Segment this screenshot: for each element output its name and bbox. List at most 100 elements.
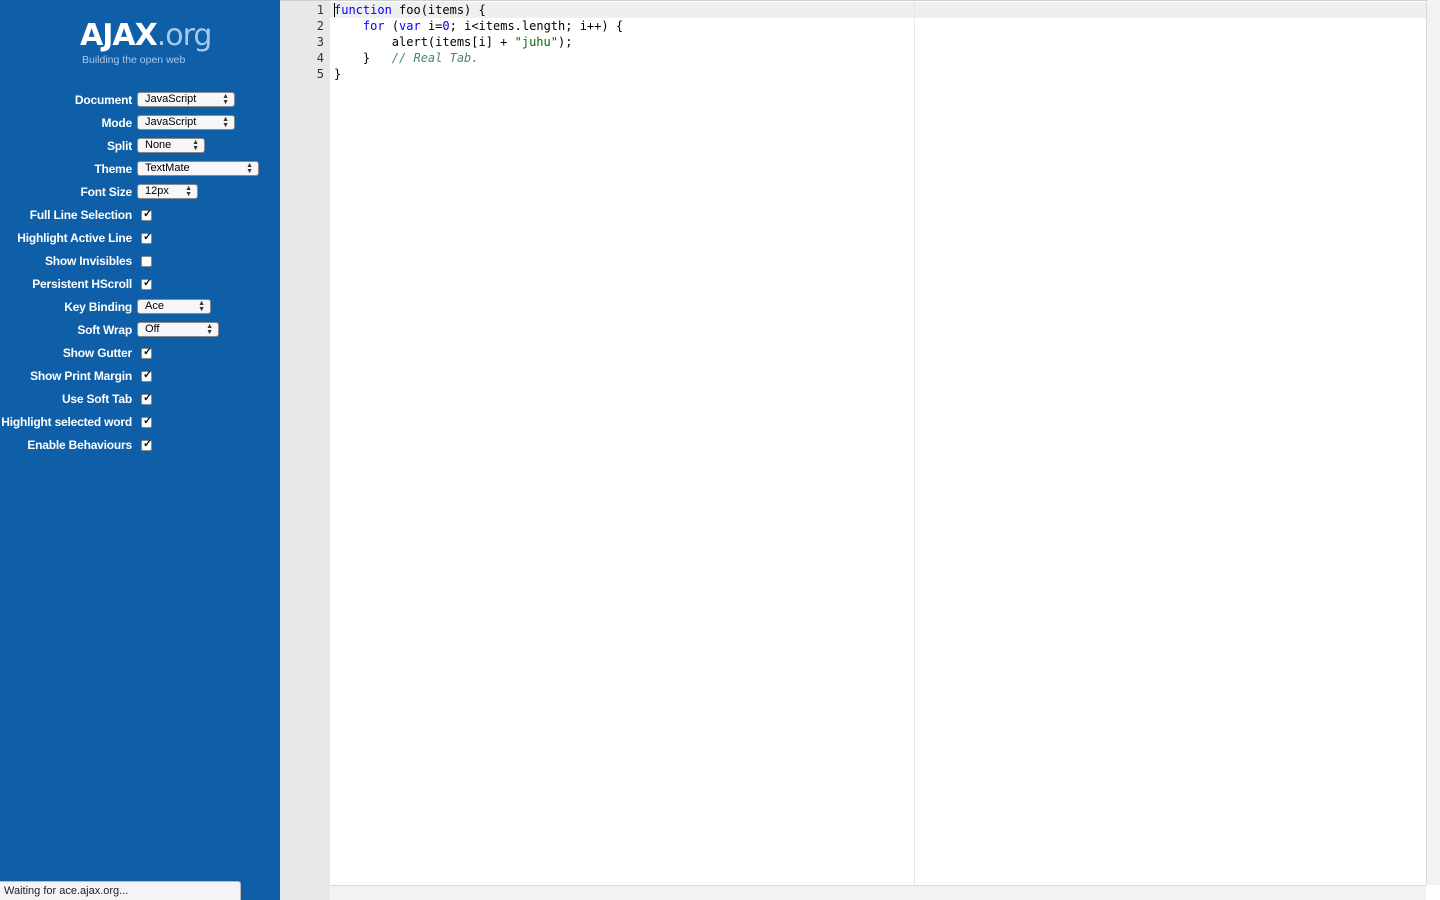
checkmark-icon: ✓ — [143, 231, 153, 243]
logo-word-tld: .org — [156, 18, 213, 53]
option-row-key-binding: Key Binding Ace ▲ ▼ — [0, 298, 280, 318]
code-line-1[interactable]: function foo(items) { — [334, 2, 486, 18]
soft-wrap-select-value: Off — [145, 323, 160, 335]
select-arrows-icon: ▲ ▼ — [222, 116, 229, 129]
persistent-hscroll-checkbox[interactable]: ✓ — [141, 277, 153, 290]
highlight-selected-word-checkbox[interactable]: ✓ — [141, 415, 153, 428]
option-label-highlight-selected-word: Highlight selected word — [1, 415, 132, 429]
option-label-font-size: Font Size — [80, 185, 132, 199]
settings-sidebar: AJAX.org Building the open web Document J… — [0, 0, 280, 900]
option-label-mode: Mode — [101, 116, 132, 130]
horizontal-scrollbar[interactable] — [330, 885, 1426, 900]
key-binding-select[interactable]: Ace ▲ ▼ — [137, 299, 211, 314]
show-invisibles-checkbox[interactable] — [141, 256, 152, 267]
option-row-font-size: Font Size 12px ▲ ▼ — [0, 183, 280, 203]
split-select[interactable]: None ▲ ▼ — [137, 138, 205, 153]
theme-select[interactable]: TextMate ▲ ▼ — [137, 161, 259, 176]
code-token: foo(items) { — [391, 3, 486, 17]
code-line-5[interactable]: } — [334, 66, 341, 82]
option-label-theme: Theme — [94, 162, 132, 176]
select-arrows-icon: ▲ ▼ — [246, 162, 253, 175]
option-label-full-line-selection: Full Line Selection — [29, 208, 132, 222]
option-label-show-print-margin: Show Print Margin — [30, 369, 132, 383]
option-label-persistent-hscroll: Persistent HScroll — [32, 277, 132, 291]
option-label-show-invisibles: Show Invisibles — [44, 254, 132, 268]
checkmark-icon: ✓ — [143, 369, 153, 381]
line-number: 3 — [316, 35, 324, 49]
option-row-split: Split None ▲ ▼ — [0, 137, 280, 157]
code-token: i= — [420, 19, 443, 33]
option-row-use-soft-tab: Use Soft Tab ✓ — [0, 390, 280, 410]
vertical-scrollbar[interactable] — [1426, 0, 1440, 885]
option-label-document: Document — [74, 93, 132, 107]
code-line-3[interactable]: alert(items[i] + "juhu"); — [334, 34, 573, 50]
line-number-gutter[interactable]: 1 2 3 4 5 — [280, 1, 330, 885]
option-label-use-soft-tab: Use Soft Tab — [61, 392, 132, 406]
logo-word-bold: AJAX — [80, 18, 158, 53]
select-arrows-icon: ▲ ▼ — [192, 139, 199, 152]
mode-select-value: JavaScript — [145, 116, 197, 128]
checkmark-icon: ✓ — [143, 346, 153, 358]
option-row-document: Document JavaScript ▲ ▼ — [0, 91, 280, 111]
option-row-show-print-margin: Show Print Margin ✓ — [0, 367, 280, 387]
print-margin — [914, 1, 915, 885]
document-select-value: JavaScript — [145, 93, 197, 105]
theme-select-value: TextMate — [145, 162, 190, 174]
option-label-enable-behaviours: Enable Behaviours — [27, 438, 132, 452]
checkmark-icon: ✓ — [143, 208, 153, 220]
select-arrows-icon: ▲ ▼ — [206, 323, 213, 336]
code-token: ); — [557, 35, 573, 49]
option-label-key-binding: Key Binding — [64, 300, 132, 314]
checkmark-icon: ✓ — [143, 277, 153, 289]
line-number: 2 — [316, 19, 324, 33]
code-editor[interactable]: 1 2 3 4 5 function foo(items) { for (var… — [280, 0, 1426, 885]
enable-behaviours-checkbox[interactable]: ✓ — [141, 438, 153, 451]
option-row-theme: Theme TextMate ▲ ▼ — [0, 160, 280, 180]
code-token: ; i<items.length; i++) { — [449, 19, 624, 33]
status-bar: Waiting for ace.ajax.org... — [0, 881, 241, 900]
option-row-soft-wrap: Soft Wrap Off ▲ ▼ — [0, 321, 280, 341]
text-cursor — [334, 3, 335, 17]
option-row-highlight-selected-word: Highlight selected word ✓ — [0, 413, 280, 433]
ajax-org-logo[interactable]: AJAX.org Building the open web — [80, 14, 220, 70]
split-select-value: None — [145, 139, 172, 151]
font-size-select[interactable]: 12px ▲ ▼ — [137, 184, 198, 199]
full-line-selection-checkbox[interactable]: ✓ — [141, 208, 153, 221]
show-print-margin-checkbox[interactable]: ✓ — [141, 369, 153, 382]
option-label-show-gutter: Show Gutter — [62, 346, 132, 360]
option-label-soft-wrap: Soft Wrap — [77, 323, 132, 337]
keyword-token: function — [334, 3, 392, 17]
code-token: } — [334, 51, 392, 65]
option-row-full-line-selection: Full Line Selection ✓ — [0, 206, 280, 226]
number-token: 0 — [442, 19, 450, 33]
line-number: 4 — [316, 51, 324, 65]
checkmark-icon: ✓ — [143, 415, 153, 427]
select-arrows-icon: ▲ ▼ — [222, 93, 229, 106]
soft-wrap-select[interactable]: Off ▲ ▼ — [137, 322, 219, 337]
show-gutter-checkbox[interactable]: ✓ — [141, 346, 153, 359]
highlight-active-line-checkbox[interactable]: ✓ — [141, 231, 153, 244]
use-soft-tab-checkbox[interactable]: ✓ — [141, 392, 153, 405]
option-label-split: Split — [107, 139, 132, 153]
line-number: 5 — [316, 67, 324, 81]
line-number: 1 — [316, 3, 324, 17]
checkmark-icon: ✓ — [143, 392, 153, 404]
indent-token — [334, 19, 363, 33]
comment-token: // Real Tab. — [391, 51, 479, 65]
option-row-show-invisibles: Show Invisibles — [0, 252, 280, 272]
keyword-token: for — [362, 19, 385, 33]
document-select[interactable]: JavaScript ▲ ▼ — [137, 92, 235, 107]
checkmark-icon: ✓ — [143, 438, 153, 450]
code-token: alert(items[i] + — [334, 35, 515, 49]
code-line-4[interactable]: } // Real Tab. — [334, 50, 479, 66]
select-arrows-icon: ▲ ▼ — [198, 300, 205, 313]
code-line-2[interactable]: for (var i=0; i<items.length; i++) { — [334, 18, 623, 34]
option-row-show-gutter: Show Gutter ✓ — [0, 344, 280, 364]
mode-select[interactable]: JavaScript ▲ ▼ — [137, 115, 235, 130]
option-label-highlight-active-line: Highlight Active Line — [17, 231, 132, 245]
code-token: } — [334, 67, 342, 81]
string-token: "juhu" — [514, 35, 558, 49]
key-binding-select-value: Ace — [145, 300, 164, 312]
keyword-token: var — [399, 19, 421, 33]
active-line-highlight — [330, 2, 1426, 18]
